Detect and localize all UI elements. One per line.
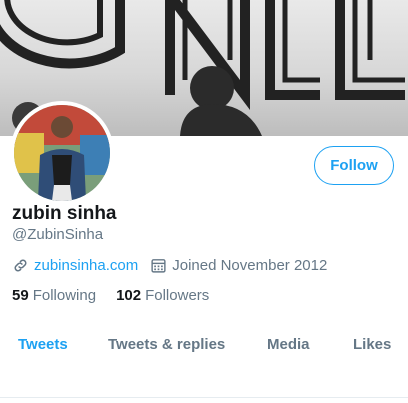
link-icon [12, 257, 29, 274]
tab-tweets[interactable]: Tweets [18, 322, 68, 366]
following-label: Following [32, 286, 97, 304]
profile-name: zubin sinha [12, 203, 117, 224]
profile-tabs: Tweets Tweets & replies Media Likes [0, 322, 408, 366]
profile-handle: @ZubinSinha [12, 226, 104, 243]
divider [0, 397, 408, 398]
follow-button[interactable]: Follow [314, 146, 394, 185]
followers-label: Followers [145, 286, 210, 304]
following-count: 59 [12, 286, 29, 304]
followers-stat[interactable]: 102 Followers [116, 287, 209, 304]
profile-avatar[interactable] [10, 101, 114, 205]
profile-meta: zubinsinha.com Joined November 2012 [12, 255, 327, 275]
calendar-icon [150, 257, 167, 274]
website-link[interactable]: zubinsinha.com [34, 257, 138, 274]
followers-count: 102 [116, 286, 142, 304]
profile-stats: 59 Following 102 Followers [12, 285, 229, 305]
tab-likes[interactable]: Likes [353, 322, 391, 366]
tab-media[interactable]: Media [267, 322, 310, 366]
tab-tweets-replies[interactable]: Tweets & replies [108, 322, 225, 366]
joined-info: Joined November 2012 [150, 257, 327, 274]
following-stat[interactable]: 59 Following [12, 287, 96, 304]
joined-date: Joined November 2012 [172, 256, 328, 274]
